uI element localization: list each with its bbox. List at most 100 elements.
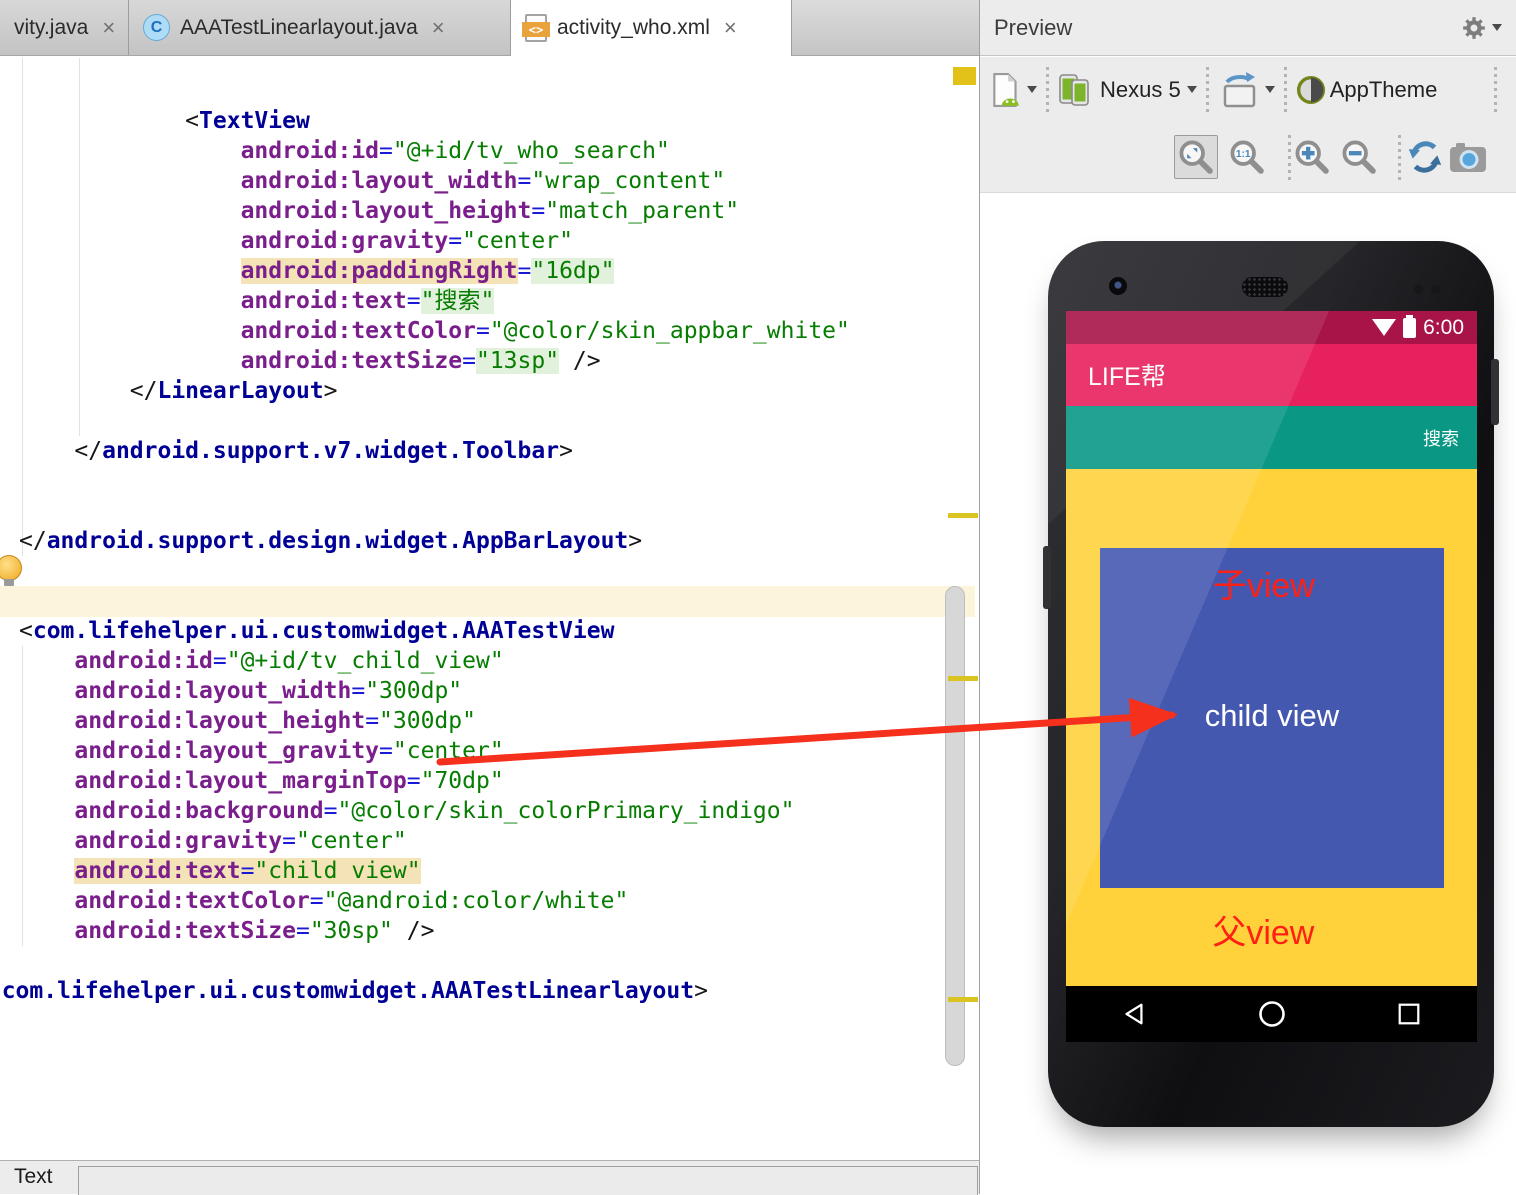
code-editor[interactable]: <TextView android:id="@+id/tv_who_search…: [0, 56, 980, 1160]
recents-icon[interactable]: [1396, 1001, 1422, 1027]
code-line[interactable]: </android.support.design.widget.AppBarLa…: [19, 526, 850, 556]
code-line[interactable]: [19, 466, 850, 496]
code-line[interactable]: android:layout_width="300dp": [19, 676, 850, 706]
wifi-icon: [1372, 319, 1396, 336]
run-configuration-button[interactable]: [990, 72, 1037, 108]
panel-splitter[interactable]: [979, 0, 980, 1194]
zoom-out-button[interactable]: [1340, 138, 1378, 176]
theme-icon: [1296, 75, 1326, 105]
rotate-device-icon: [1218, 71, 1260, 109]
refresh-button[interactable]: [1406, 138, 1444, 176]
home-icon[interactable]: [1258, 1000, 1286, 1028]
code-line[interactable]: android:gravity="center": [19, 826, 850, 856]
preview-title: Preview: [994, 15, 1072, 41]
navigation-bar: [1066, 986, 1477, 1042]
code-line[interactable]: android:textSize="13sp" />: [19, 346, 850, 376]
device-selector-button[interactable]: Nexus 5: [1058, 72, 1197, 108]
child-view[interactable]: 子view child view: [1100, 548, 1444, 888]
front-camera: [1109, 277, 1127, 295]
preview-toolbar-row2: 1:1: [980, 122, 1516, 193]
tab-activity-java[interactable]: vity.java ×: [0, 0, 129, 55]
code-line[interactable]: android:layout_width="wrap_content": [19, 166, 850, 196]
zoom-in-button[interactable]: [1293, 138, 1331, 176]
inspection-status-indicator[interactable]: [953, 67, 976, 85]
code-line[interactable]: android:textColor="@color/skin_appbar_wh…: [19, 316, 850, 346]
zoom-actual-size-button[interactable]: 1:1: [1228, 138, 1266, 176]
preview-panel: Preview: [980, 0, 1516, 1194]
tab-aaatestlinearlayout-java[interactable]: C AAATestLinearlayout.java ×: [129, 0, 511, 55]
screenshot-button[interactable]: [1448, 142, 1488, 174]
code-line[interactable]: android:id="@+id/tv_who_search": [19, 136, 850, 166]
zoom-out-icon: [1340, 138, 1378, 176]
preview-settings-button[interactable]: [1461, 15, 1502, 41]
device-screen: 6:00 LIFE帮 搜索 子view child view 父view: [1066, 311, 1477, 1042]
search-toolbar[interactable]: 搜索: [1066, 406, 1477, 469]
back-icon[interactable]: [1121, 1001, 1147, 1027]
code-line[interactable]: </com.lifehelper.ui.customwidget.AAATest…: [0, 976, 850, 1006]
nexus5-device-frame: 6:00 LIFE帮 搜索 子view child view 父view: [1048, 241, 1494, 1127]
warning-stripe-marker[interactable]: [948, 676, 978, 681]
code-line[interactable]: [19, 586, 850, 616]
code-line[interactable]: android:textColor="@android:color/white": [19, 886, 850, 916]
tab-label: vity.java: [14, 16, 88, 40]
editor-tab-bar: vity.java × C AAATestLinearlayout.java ×…: [0, 0, 980, 56]
earpiece-speaker: [1242, 277, 1288, 297]
refresh-icon: [1406, 138, 1444, 176]
code-line[interactable]: android:layout_marginTop="70dp": [19, 766, 850, 796]
toolbar-separator: [1398, 135, 1401, 181]
code-line[interactable]: [19, 556, 850, 586]
code-line[interactable]: [19, 946, 850, 976]
preview-toolbar-row1: Nexus 5 AppTheme: [980, 57, 1516, 122]
chevron-down-icon: [1027, 86, 1037, 93]
code-line[interactable]: </LinearLayout>: [19, 376, 850, 406]
proximity-sensor: [1431, 285, 1440, 294]
device-label: Nexus 5: [1100, 77, 1181, 103]
editor-bottom-bar: Text: [0, 1160, 980, 1194]
code-line[interactable]: android:paddingRight="16dp": [19, 256, 850, 286]
toolbar-separator: [1288, 135, 1291, 181]
code-line[interactable]: android:layout_gravity="center": [19, 736, 850, 766]
preview-canvas[interactable]: 6:00 LIFE帮 搜索 子view child view 父view: [980, 194, 1516, 1194]
toolbar-separator: [1046, 67, 1049, 113]
code-line[interactable]: android:textSize="30sp" />: [19, 916, 850, 946]
chevron-down-icon: [1492, 24, 1502, 31]
code-line[interactable]: android:id="@+id/tv_child_view": [19, 646, 850, 676]
annotation-parent-label: 父view: [1212, 905, 1314, 954]
horizontal-scrollbar[interactable]: [78, 1166, 978, 1195]
code-line[interactable]: android:text="搜索": [19, 286, 850, 316]
code-line[interactable]: <TextView: [19, 106, 850, 136]
status-bar: 6:00: [1066, 311, 1477, 344]
android-file-icon: [990, 72, 1022, 108]
zoom-to-fit-button[interactable]: [1174, 135, 1218, 179]
code-area[interactable]: <TextView android:id="@+id/tv_who_search…: [19, 106, 850, 1006]
code-line[interactable]: android:text="child view": [19, 856, 850, 886]
code-line[interactable]: <com.lifehelper.ui.customwidget.AAATestV…: [19, 616, 850, 646]
code-line[interactable]: [19, 406, 850, 436]
tab-text-mode[interactable]: Text: [14, 1165, 53, 1189]
java-class-icon: C: [143, 14, 170, 41]
code-line[interactable]: android:background="@color/skin_colorPri…: [19, 796, 850, 826]
theme-label: AppTheme: [1330, 77, 1438, 103]
orientation-button[interactable]: [1218, 71, 1275, 109]
app-bar[interactable]: LIFE帮: [1066, 344, 1477, 406]
chevron-down-icon: [1187, 86, 1197, 93]
tab-activity-who-xml[interactable]: <> activity_who.xml ×: [511, 0, 792, 56]
camera-icon: [1448, 142, 1488, 174]
volume-button: [1043, 546, 1051, 609]
code-line[interactable]: android:layout_height="match_parent": [19, 196, 850, 226]
close-icon[interactable]: ×: [102, 17, 115, 39]
parent-view[interactable]: 子view child view 父view: [1066, 469, 1477, 986]
close-icon[interactable]: ×: [432, 17, 445, 39]
editor-scrollbar-thumb[interactable]: [945, 586, 965, 1066]
toolbar-separator: [1284, 67, 1287, 113]
code-line[interactable]: android:gravity="center": [19, 226, 850, 256]
close-icon[interactable]: ×: [724, 17, 737, 39]
code-line[interactable]: </android.support.v7.widget.Toolbar>: [19, 436, 850, 466]
code-line[interactable]: android:layout_height="300dp": [19, 706, 850, 736]
proximity-sensor: [1414, 285, 1423, 294]
theme-selector-button[interactable]: AppTheme: [1296, 75, 1444, 105]
code-line[interactable]: [19, 496, 850, 526]
warning-stripe-marker[interactable]: [948, 513, 978, 518]
warning-stripe-marker[interactable]: [948, 997, 978, 1002]
power-button: [1491, 359, 1499, 425]
